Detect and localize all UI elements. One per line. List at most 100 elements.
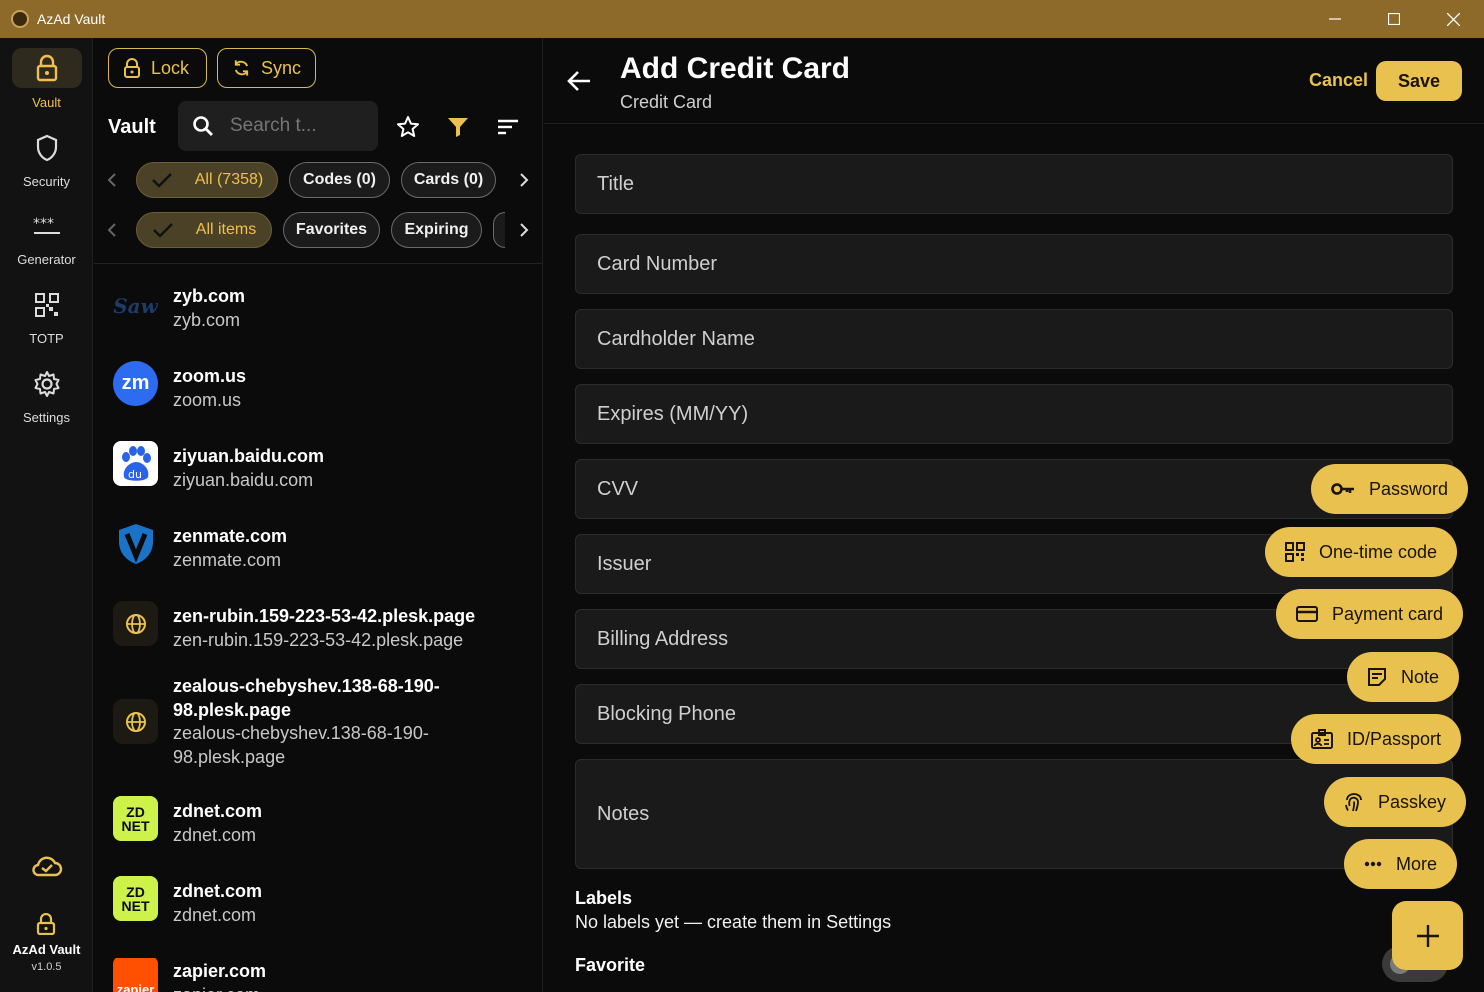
sync-button[interactable]: Sync xyxy=(217,48,316,88)
app-version: v1.0.5 xyxy=(31,961,62,973)
add-fab-button[interactable] xyxy=(1392,901,1463,970)
item-subtitle: zdnet.com xyxy=(173,905,257,925)
fab-label: One-time code xyxy=(1319,541,1438,562)
zdnet-logo: ZD NET xyxy=(113,876,158,921)
fab-label: More xyxy=(1396,853,1438,874)
title-bar: AzAd Vault xyxy=(0,0,1484,38)
rail-item-vault[interactable]: Vault xyxy=(0,48,93,110)
close-button[interactable] xyxy=(1424,0,1482,38)
zoom-logo: zm xyxy=(113,361,158,406)
qr-code-icon xyxy=(1285,542,1305,562)
chevron-right-icon[interactable] xyxy=(514,220,534,240)
rail-item-security[interactable]: Security xyxy=(0,128,93,189)
item-title: zdnet.com xyxy=(173,881,263,901)
fab-id-passport-button[interactable]: ID/Passport xyxy=(1291,714,1462,764)
rail-label: Vault xyxy=(32,95,61,110)
list-item[interactable]: ZD NET zdnet.com zdnet.com xyxy=(94,796,543,858)
close-icon xyxy=(1446,12,1460,26)
chip-expiring[interactable]: Expiring xyxy=(391,212,482,248)
lock-label: Lock xyxy=(151,57,190,78)
lock-icon xyxy=(11,48,82,88)
type-chip-row: All (7358) Codes (0) Cards (0) xyxy=(94,160,543,200)
maximize-button[interactable] xyxy=(1365,0,1423,38)
divider xyxy=(94,263,543,264)
chip-partial[interactable] xyxy=(493,212,505,248)
app-window: AzAd Vault Vault Security *** Generator … xyxy=(0,0,1484,992)
svg-text:***: *** xyxy=(33,216,54,232)
minimize-button[interactable] xyxy=(1306,0,1364,38)
item-title: ziyuan.baidu.com xyxy=(173,446,325,466)
chip-label: All (7358) xyxy=(194,171,264,188)
form-header: Add Credit Card Credit Card Cancel Save xyxy=(544,38,1484,124)
chevron-right-icon[interactable] xyxy=(514,170,534,190)
chip-codes[interactable]: Codes (0) xyxy=(289,162,390,198)
item-title: zdnet.com xyxy=(173,801,263,821)
sort-button[interactable] xyxy=(495,114,521,140)
cancel-button[interactable]: Cancel xyxy=(1309,70,1368,91)
lock-button[interactable]: Lock xyxy=(108,48,207,88)
item-subtitle: zoom.us xyxy=(173,390,242,410)
zdnet-logo: ZD NET xyxy=(113,796,158,841)
page-title: Add Credit Card xyxy=(620,52,851,85)
favorites-filter-button[interactable] xyxy=(395,114,421,140)
list-item[interactable]: zm zoom.us zoom.us xyxy=(94,361,543,423)
list-item[interactable]: du ziyuan.baidu.com ziyuan.baidu.com xyxy=(94,441,543,503)
credit-card-icon xyxy=(1296,606,1318,622)
app-lock-icon xyxy=(36,912,56,940)
maximize-icon xyxy=(1388,13,1400,25)
key-icon xyxy=(1331,483,1354,495)
lock-icon xyxy=(124,58,140,78)
filter-chip-row: All items Favorites Expiring xyxy=(94,210,543,250)
list-item[interactable]: zapier zapier.com zapier.com xyxy=(94,958,543,992)
minimize-icon xyxy=(1329,18,1341,20)
chevron-left-icon[interactable] xyxy=(102,220,122,240)
title-field[interactable]: Title xyxy=(575,154,1453,214)
list-item[interactable]: zealous-chebyshev.138-68-190-98.plesk.pa… xyxy=(94,674,543,774)
shield-icon xyxy=(12,128,82,168)
fab-passkey-button[interactable]: Passkey xyxy=(1324,777,1467,827)
filter-icon xyxy=(448,118,468,137)
item-subtitle: zyb.com xyxy=(173,310,241,330)
search-box[interactable] xyxy=(178,101,378,151)
list-item[interactable]: zenmate.com zenmate.com xyxy=(94,523,543,583)
item-subtitle: zealous-chebyshev.138-68-190-98.plesk.pa… xyxy=(173,723,429,767)
fab-note-button[interactable]: Note xyxy=(1347,652,1460,702)
chip-label: Expiring xyxy=(404,221,469,238)
baidu-logo: du xyxy=(113,441,158,486)
chip-all-items[interactable]: All items xyxy=(136,212,272,248)
filter-button[interactable] xyxy=(445,114,471,140)
cardholder-name-field[interactable]: Cardholder Name xyxy=(575,309,1453,369)
chevron-left-icon[interactable] xyxy=(102,170,122,190)
labels-empty-text: No labels yet — create them in Settings xyxy=(575,912,892,932)
chip-cards[interactable]: Cards (0) xyxy=(401,162,496,198)
fab-payment-card-button[interactable]: Payment card xyxy=(1276,589,1464,639)
back-arrow-icon[interactable] xyxy=(566,68,592,94)
list-item[interactable]: zen-rubin.159-223-53-42.plesk.page zen-r… xyxy=(94,601,543,663)
rail-item-settings[interactable]: Settings xyxy=(0,364,93,425)
search-input[interactable] xyxy=(230,115,360,137)
plus-icon xyxy=(1416,924,1439,947)
expires-field[interactable]: Expires (MM/YY) xyxy=(575,384,1453,444)
chip-all-types[interactable]: All (7358) xyxy=(136,162,278,198)
fab-password-button[interactable]: Password xyxy=(1311,464,1469,514)
fab-more-button[interactable]: More xyxy=(1344,839,1458,889)
item-subtitle: ziyuan.baidu.com xyxy=(173,470,314,490)
rail-item-totp[interactable]: TOTP xyxy=(0,285,93,346)
password-dots-icon: *** xyxy=(12,206,82,246)
cloud-sync-icon[interactable] xyxy=(31,854,63,883)
card-number-field[interactable]: Card Number xyxy=(575,234,1453,294)
save-button[interactable]: Save xyxy=(1376,61,1462,101)
chip-label: Favorites xyxy=(295,221,368,238)
item-subtitle: zapier.com xyxy=(173,983,533,992)
window-title: AzAd Vault xyxy=(37,11,106,27)
fab-label: Password xyxy=(1369,478,1449,499)
list-item[interactable]: Saw zyb.com zyb.com xyxy=(94,283,543,343)
item-title: zealous-chebyshev.138-68-190-98.plesk.pa… xyxy=(173,676,440,720)
notes-field[interactable]: Notes xyxy=(575,759,1453,869)
rail-item-generator[interactable]: *** Generator xyxy=(0,206,93,267)
fab-one-time-code-button[interactable]: One-time code xyxy=(1265,527,1458,577)
item-title: zapier.com xyxy=(173,961,267,981)
chip-favorites[interactable]: Favorites xyxy=(283,212,380,248)
list-item[interactable]: ZD NET zdnet.com zdnet.com xyxy=(94,876,543,938)
qr-code-icon xyxy=(12,285,82,325)
